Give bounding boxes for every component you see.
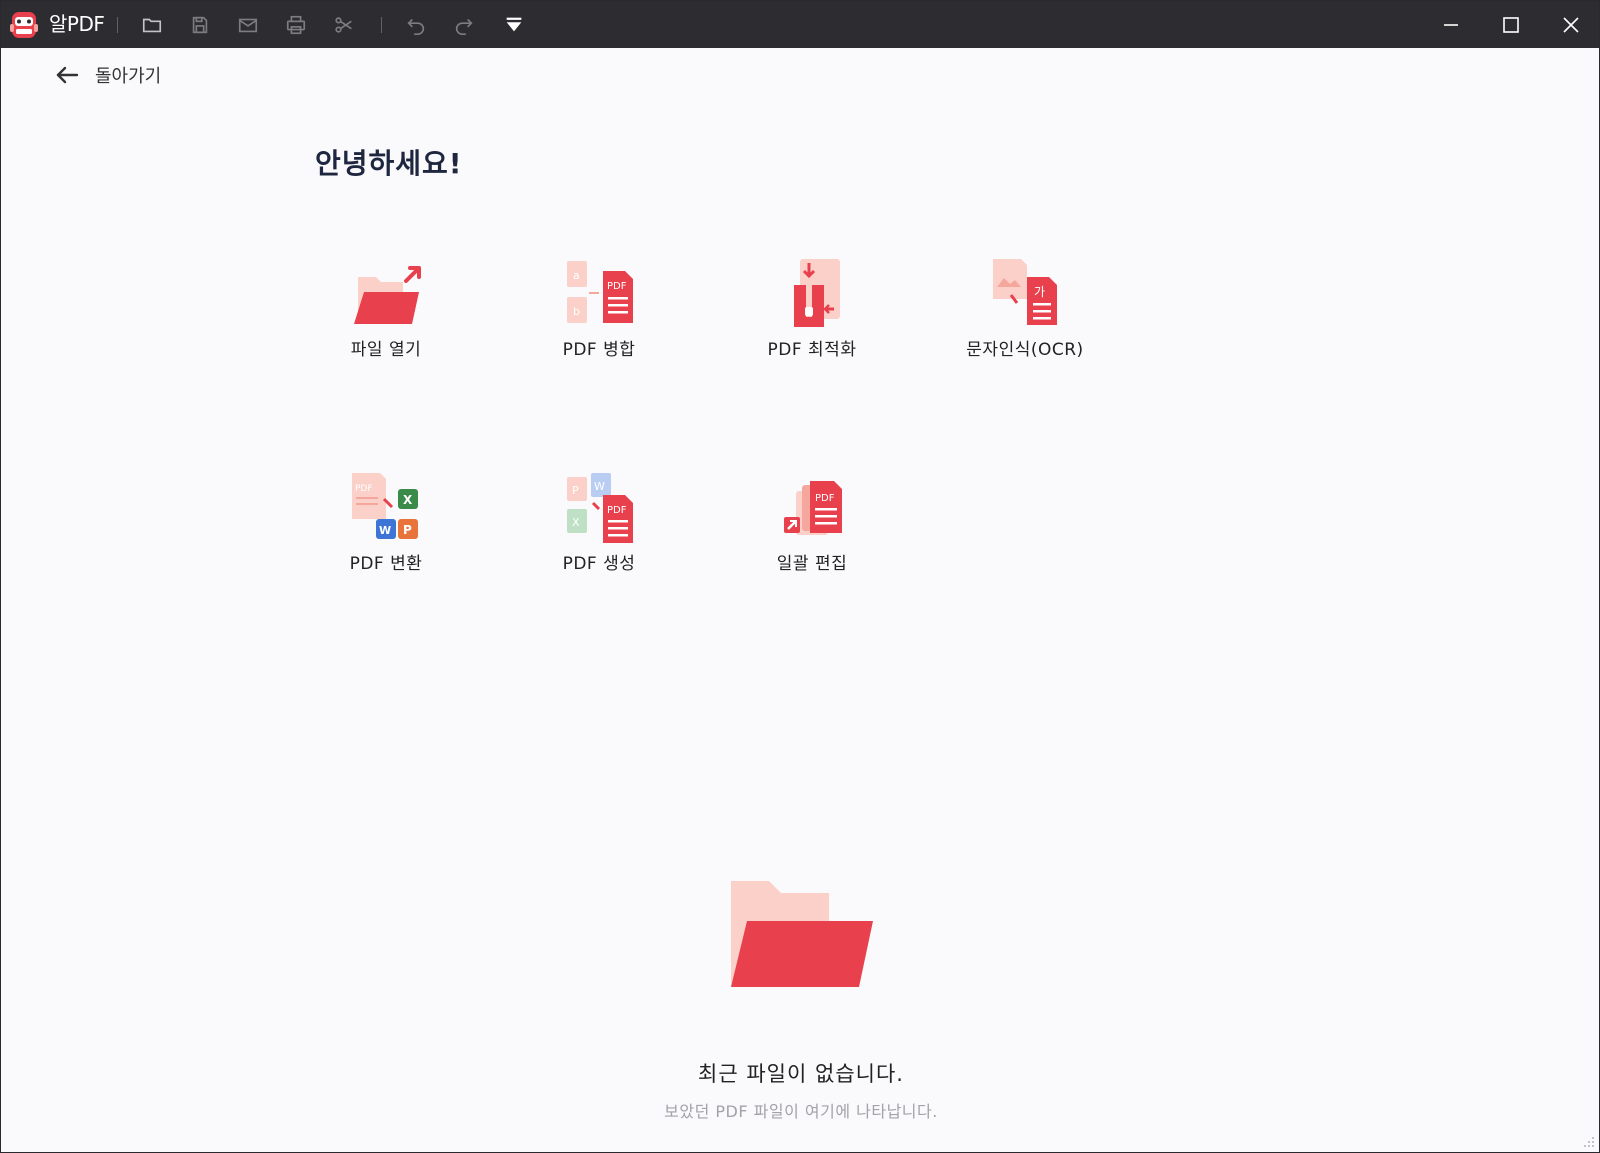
batch-edit-button[interactable]: PDF 일괄 편집 xyxy=(717,463,907,583)
tool-label: PDF 최적화 xyxy=(767,340,857,360)
scissors-icon[interactable] xyxy=(331,12,357,38)
icon-label-pdf: PDF xyxy=(815,493,835,504)
icon-letter: X xyxy=(572,516,580,529)
pdf-optimize-button[interactable]: PDF 최적화 xyxy=(717,249,907,369)
icon-label-pdf: PDF xyxy=(607,505,627,516)
pdf-create-button[interactable]: P W X PDF PDF 생성 xyxy=(504,463,694,583)
maximize-icon[interactable] xyxy=(1491,9,1531,41)
page-title: 안녕하세요! xyxy=(315,147,463,180)
print-icon[interactable] xyxy=(283,12,309,38)
pdf-create-icon: P W X PDF xyxy=(567,473,633,543)
pdf-merge-button[interactable]: a b PDF PDF 병합 xyxy=(504,249,694,369)
app-logo-icon[interactable] xyxy=(7,8,41,42)
icon-letter: W xyxy=(594,480,605,493)
app-window: 알PDF 돌아가기 안녕하세요! 파일 열기 a b PDF PDF 병합 PD… xyxy=(0,0,1600,1153)
minimize-icon[interactable] xyxy=(1431,9,1471,41)
tool-label: 문자인식(OCR) xyxy=(966,340,1084,360)
open-folder-icon[interactable] xyxy=(139,12,165,38)
save-icon[interactable] xyxy=(187,12,213,38)
icon-letter: a xyxy=(573,269,580,282)
empty-state-subtitle: 보았던 PDF 파일이 여기에 나타납니다. xyxy=(664,1102,938,1121)
empty-state-title: 최근 파일이 없습니다. xyxy=(698,1062,904,1086)
pdf-optimize-icon xyxy=(794,259,840,327)
icon-letter: W xyxy=(379,524,391,537)
icon-letter: 가 xyxy=(1034,285,1045,299)
tool-label: PDF 생성 xyxy=(562,554,636,574)
icon-letter: P xyxy=(403,523,412,537)
open-file-icon xyxy=(354,266,421,324)
back-button[interactable]: 돌아가기 xyxy=(53,61,161,89)
quick-access-dropdown-icon[interactable] xyxy=(501,12,527,38)
redo-icon[interactable] xyxy=(451,12,477,38)
toolbar-divider xyxy=(381,17,382,33)
mail-icon[interactable] xyxy=(235,12,261,38)
tool-label: PDF 병합 xyxy=(562,340,636,360)
pdf-convert-icon: PDF X W P xyxy=(352,473,418,539)
ocr-button[interactable]: 가 문자인식(OCR) xyxy=(930,249,1120,369)
pdf-merge-icon: a b PDF xyxy=(567,261,633,323)
app-name: 알PDF xyxy=(49,12,105,36)
ocr-icon: 가 xyxy=(993,259,1057,325)
pdf-convert-button[interactable]: PDF X W P PDF 변환 xyxy=(291,463,481,583)
batch-edit-icon: PDF xyxy=(784,481,842,535)
tool-label: 파일 열기 xyxy=(350,340,422,360)
tool-label: PDF 변환 xyxy=(349,554,423,574)
icon-letter: X xyxy=(403,493,413,507)
tool-label: 일괄 편집 xyxy=(776,554,848,574)
empty-folder-icon xyxy=(731,881,873,987)
icon-label-pdf: PDF xyxy=(355,484,373,494)
close-icon[interactable] xyxy=(1551,9,1591,41)
icon-label-pdf: PDF xyxy=(607,281,627,292)
toolbar-divider xyxy=(117,17,118,33)
undo-icon[interactable] xyxy=(403,12,429,38)
title-bar: 알PDF xyxy=(1,1,1599,48)
icon-letter: P xyxy=(572,484,579,497)
open-file-button[interactable]: 파일 열기 xyxy=(291,249,481,369)
resize-grip-icon[interactable] xyxy=(1583,1136,1595,1148)
back-label: 돌아가기 xyxy=(95,66,162,87)
icon-letter: b xyxy=(573,305,580,318)
arrow-left-icon xyxy=(56,66,79,84)
